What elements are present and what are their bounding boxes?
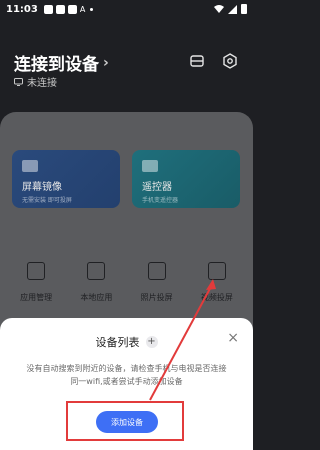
notification-icon [43, 4, 53, 14]
feature-label: 遥控器 [142, 182, 172, 193]
tool-app-management[interactable]: 应用管理 [7, 262, 65, 303]
notification-icon [55, 4, 65, 14]
feature-desc: 无需安装 即可投屏 [22, 197, 72, 204]
more-notifications-icon [90, 7, 94, 11]
feature-label: 屏幕镜像 [22, 182, 62, 193]
feature-desc: 手机变遥控器 [142, 197, 179, 204]
tool-local-apps[interactable]: 本地应用 [67, 262, 125, 303]
tool-label: 照片投屏 [140, 293, 173, 302]
chevron-right-icon: › [103, 54, 109, 71]
status-time: 11:03 [6, 3, 38, 15]
gear-icon [223, 53, 237, 69]
scan-icon [190, 55, 204, 67]
no-device-message: 没有自动搜索到附近的设备，请检查手机与电视是否连接同一wifi,或者尝试手动添加… [26, 364, 227, 386]
screen-mirror-icon [22, 160, 38, 172]
notification-icon [67, 4, 77, 14]
remote-control-card[interactable]: 遥控器 手机变遥控器 [132, 150, 240, 208]
wifi-icon [214, 5, 224, 13]
photo-icon [147, 262, 166, 280]
tool-label: 本地应用 [80, 293, 113, 302]
tool-label: 应用管理 [20, 293, 53, 302]
tv-icon [14, 77, 23, 86]
screen-mirror-card[interactable]: 屏幕镜像 无需安装 即可投屏 [12, 150, 120, 208]
sheet-title: 设备列表 [95, 336, 140, 349]
page-title: 连接到设备 [14, 55, 99, 75]
scan-button[interactable] [186, 50, 208, 72]
status-bar: 11:03 A [0, 0, 253, 18]
highlight-box [66, 401, 184, 441]
connection-status-text: 未连接 [27, 78, 57, 89]
tool-photo-cast[interactable]: 照片投屏 [128, 262, 186, 303]
tools-row: 应用管理 本地应用 照片投屏 视频投屏 [0, 262, 253, 303]
add-device-plus-button[interactable]: + [145, 336, 158, 348]
video-icon [207, 262, 226, 280]
settings-button[interactable] [219, 50, 241, 72]
connection-status: 未连接 [14, 74, 57, 89]
tool-video-cast[interactable]: 视频投屏 [188, 262, 246, 303]
tool-label: 视频投屏 [200, 293, 233, 302]
connect-device-title[interactable]: 连接到设备 › [14, 50, 109, 76]
grid-icon [27, 262, 46, 280]
battery-icon [241, 4, 247, 14]
folder-icon [87, 262, 106, 280]
remote-control-icon [142, 160, 158, 172]
status-a-icon: A [79, 4, 86, 14]
close-button[interactable]: × [227, 330, 239, 346]
sheet-header: 设备列表 + [0, 334, 253, 350]
signal-icon [228, 4, 237, 14]
